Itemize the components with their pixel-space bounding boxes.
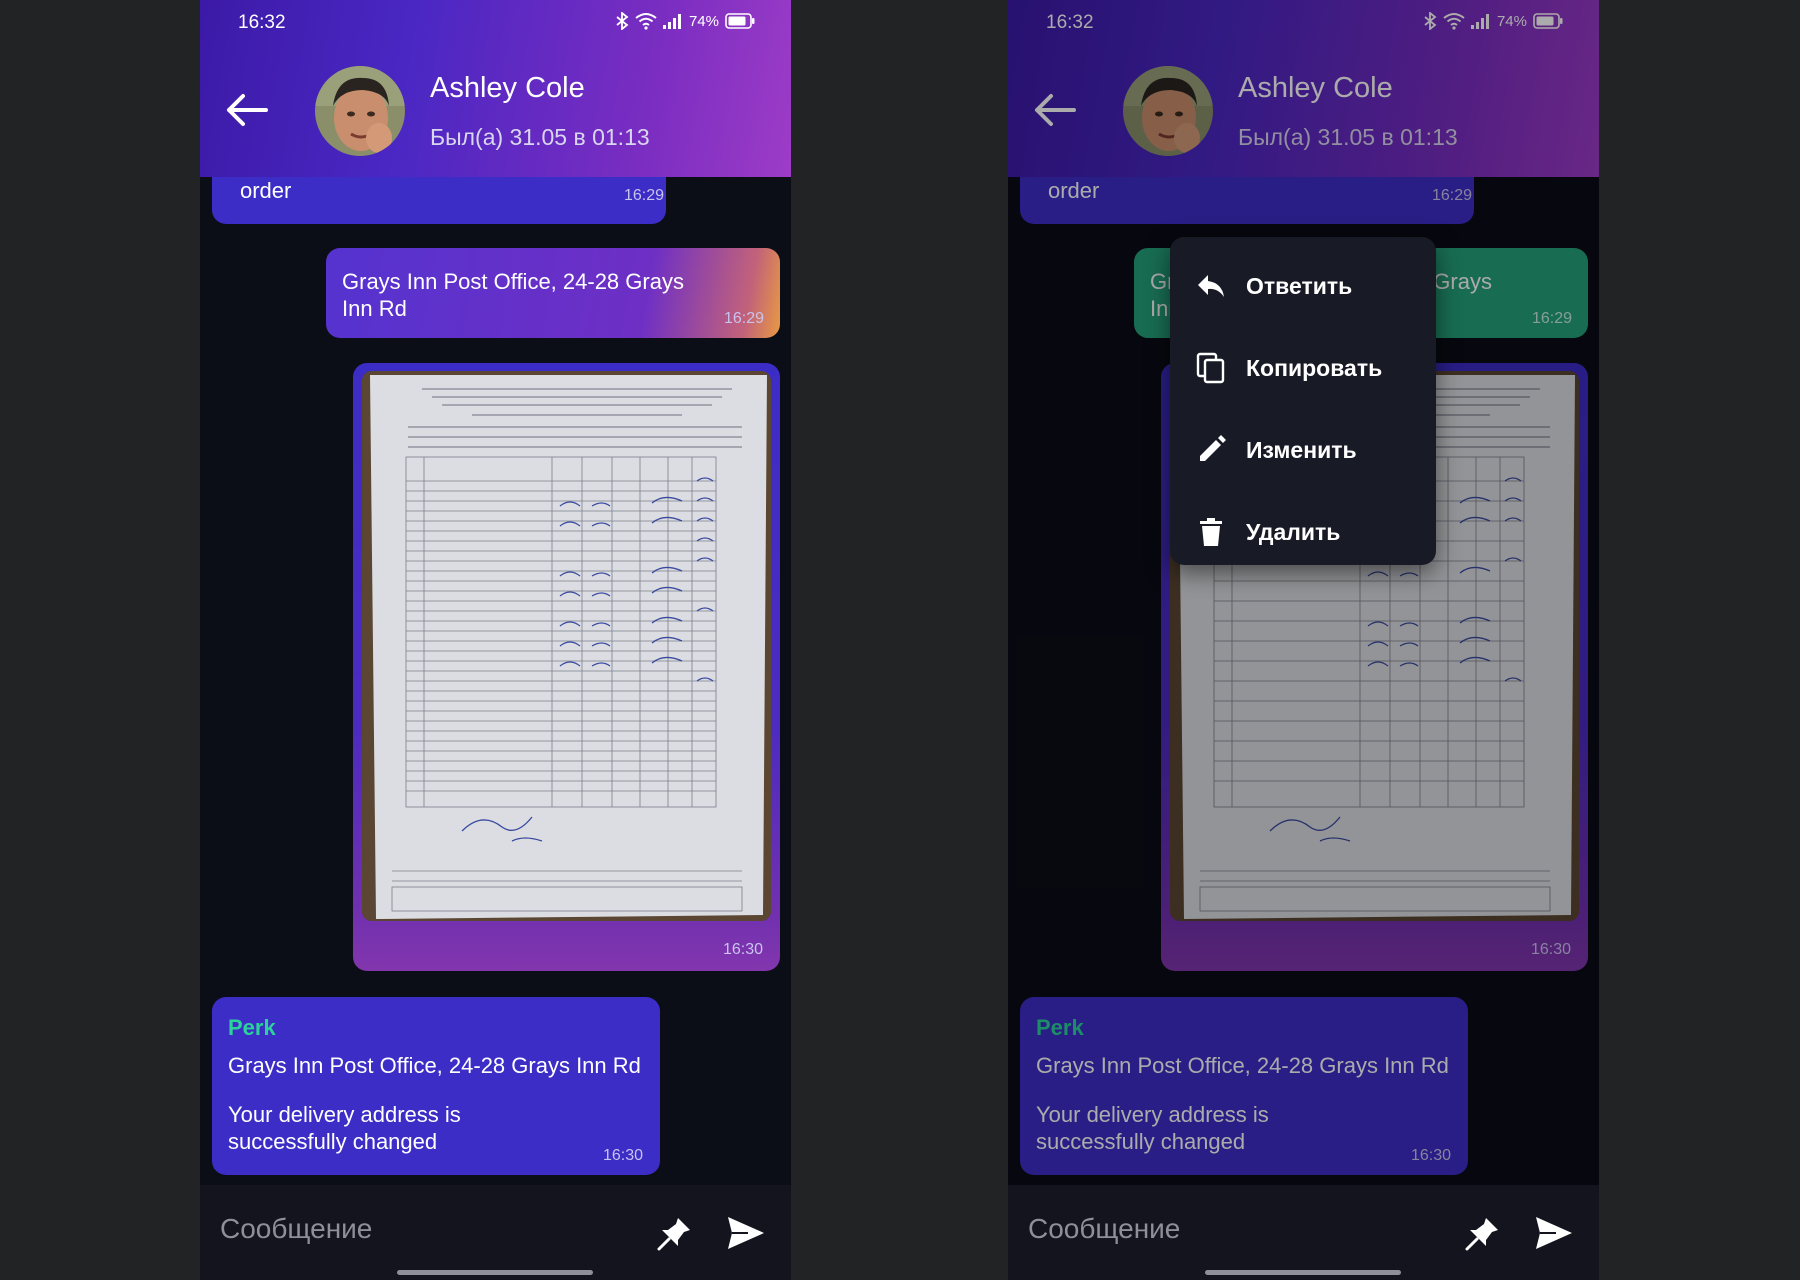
avatar[interactable]	[315, 66, 405, 156]
message-bubble-reply[interactable]: Perk Grays Inn Post Office, 24-28 Grays …	[1020, 997, 1468, 1175]
attach-button[interactable]	[1461, 1211, 1505, 1255]
send-icon	[1536, 1217, 1572, 1249]
reply-sender-name: Perk	[228, 1015, 276, 1040]
message-text: Your delivery address is successfully ch…	[1036, 1102, 1269, 1154]
last-seen-status: Был(а) 31.05 в 01:13	[430, 124, 650, 150]
battery-icon	[1533, 13, 1563, 29]
wifi-icon	[635, 13, 657, 30]
delete-icon	[1200, 518, 1222, 546]
contact-name: Ashley Cole	[430, 72, 585, 104]
menu-item-label: Ответить	[1246, 272, 1353, 299]
message-time: 16:29	[1432, 187, 1473, 204]
message-input[interactable]	[220, 1209, 600, 1249]
status-time: 16:32	[1046, 12, 1094, 33]
message-text: order	[1048, 178, 1100, 203]
attach-button[interactable]	[653, 1211, 697, 1255]
message-bubble-order[interactable]: order 16:29	[1020, 177, 1474, 224]
battery-icon	[725, 13, 755, 29]
status-bar: 16:32 74%	[1008, 0, 1599, 46]
message-text: Grays Inn Post Office, 24-28 Grays Inn R…	[342, 269, 684, 321]
wifi-icon	[1443, 13, 1465, 30]
message-time: 16:30	[723, 941, 764, 958]
document-photo[interactable]	[362, 371, 771, 921]
reply-sender-name: Perk	[1036, 1015, 1084, 1040]
send-icon	[728, 1217, 764, 1249]
menu-item-reply[interactable]: Ответить	[1170, 245, 1436, 327]
menu-item-label: Изменить	[1246, 436, 1357, 463]
message-bubble-reply[interactable]: Perk Grays Inn Post Office, 24-28 Grays …	[212, 997, 660, 1175]
avatar-image	[1123, 66, 1213, 156]
message-bubble-address[interactable]: Grays Inn Post Office, 24-28 Grays Inn R…	[326, 248, 780, 338]
chat-header: 16:32 74% Ashley Cole Был(а) 31.05 в 01:…	[1008, 0, 1599, 177]
signal-icon	[662, 14, 681, 29]
menu-item-edit[interactable]: Изменить	[1170, 409, 1436, 491]
chat-header: 16:32 74% Ashley Cole Был(а) 31.05 в 01:…	[200, 0, 791, 177]
chat-screen-context-menu: 16:32 74% Ashley Cole Был(а) 31.05 в 01:…	[1008, 0, 1599, 1280]
chat-screen: 16:32 74% Ashley Cole Был(а) 31.05 в 01:…	[200, 0, 791, 1280]
message-time: 16:29	[724, 310, 765, 327]
home-indicator[interactable]	[1205, 1270, 1401, 1275]
battery-percent: 74%	[1496, 12, 1527, 30]
message-time: 16:29	[624, 187, 665, 204]
status-icons: 74%	[1423, 12, 1563, 30]
message-time: 16:29	[1532, 310, 1573, 327]
pin-icon	[1465, 1218, 1498, 1251]
avatar-image	[315, 66, 405, 156]
send-button[interactable]	[1532, 1211, 1576, 1255]
last-seen-status: Был(а) 31.05 в 01:13	[1238, 124, 1458, 150]
arrow-left-icon	[227, 94, 268, 126]
send-button[interactable]	[724, 1211, 768, 1255]
avatar[interactable]	[1123, 66, 1213, 156]
menu-item-label: Копировать	[1246, 354, 1383, 381]
back-button[interactable]	[1028, 84, 1080, 136]
home-indicator[interactable]	[397, 1270, 593, 1275]
reply-quoted-text[interactable]: Grays Inn Post Office, 24-28 Grays Inn R…	[1036, 1053, 1449, 1079]
document-image	[362, 371, 771, 921]
battery-percent: 74%	[688, 12, 719, 30]
message-text: order	[240, 178, 292, 203]
message-composer	[200, 1185, 791, 1280]
status-icons: 74%	[615, 12, 755, 30]
menu-item-label: Удалить	[1246, 518, 1341, 545]
message-composer	[1008, 1185, 1599, 1280]
signal-icon	[1470, 14, 1489, 29]
back-button[interactable]	[220, 84, 272, 136]
message-context-menu: Ответить Копировать Изменить Удалить	[1170, 237, 1436, 565]
menu-item-copy[interactable]: Копировать	[1170, 327, 1436, 409]
edit-icon	[1200, 435, 1226, 461]
bluetooth-icon	[1424, 12, 1437, 30]
bluetooth-icon	[616, 12, 629, 30]
status-bar: 16:32 74%	[200, 0, 791, 46]
message-list[interactable]: order 16:29 Grays Inn Post Office, 24-28…	[200, 177, 791, 1185]
message-time: 16:30	[1531, 941, 1572, 958]
message-time: 16:30	[1411, 1147, 1452, 1164]
copy-icon	[1196, 352, 1225, 384]
arrow-left-icon	[1035, 94, 1076, 126]
message-time: 16:30	[603, 1147, 644, 1164]
contact-name: Ashley Cole	[1238, 72, 1393, 104]
reply-quoted-text[interactable]: Grays Inn Post Office, 24-28 Grays Inn R…	[228, 1053, 641, 1079]
message-text: Your delivery address is successfully ch…	[228, 1102, 461, 1154]
message-bubble-order[interactable]: order 16:29	[212, 177, 666, 224]
menu-item-delete[interactable]: Удалить	[1170, 491, 1436, 573]
message-bubble-photo[interactable]: 16:30	[353, 363, 780, 971]
status-time: 16:32	[238, 12, 286, 33]
reply-icon	[1198, 275, 1224, 297]
message-input[interactable]	[1028, 1209, 1408, 1249]
pin-icon	[657, 1218, 690, 1251]
